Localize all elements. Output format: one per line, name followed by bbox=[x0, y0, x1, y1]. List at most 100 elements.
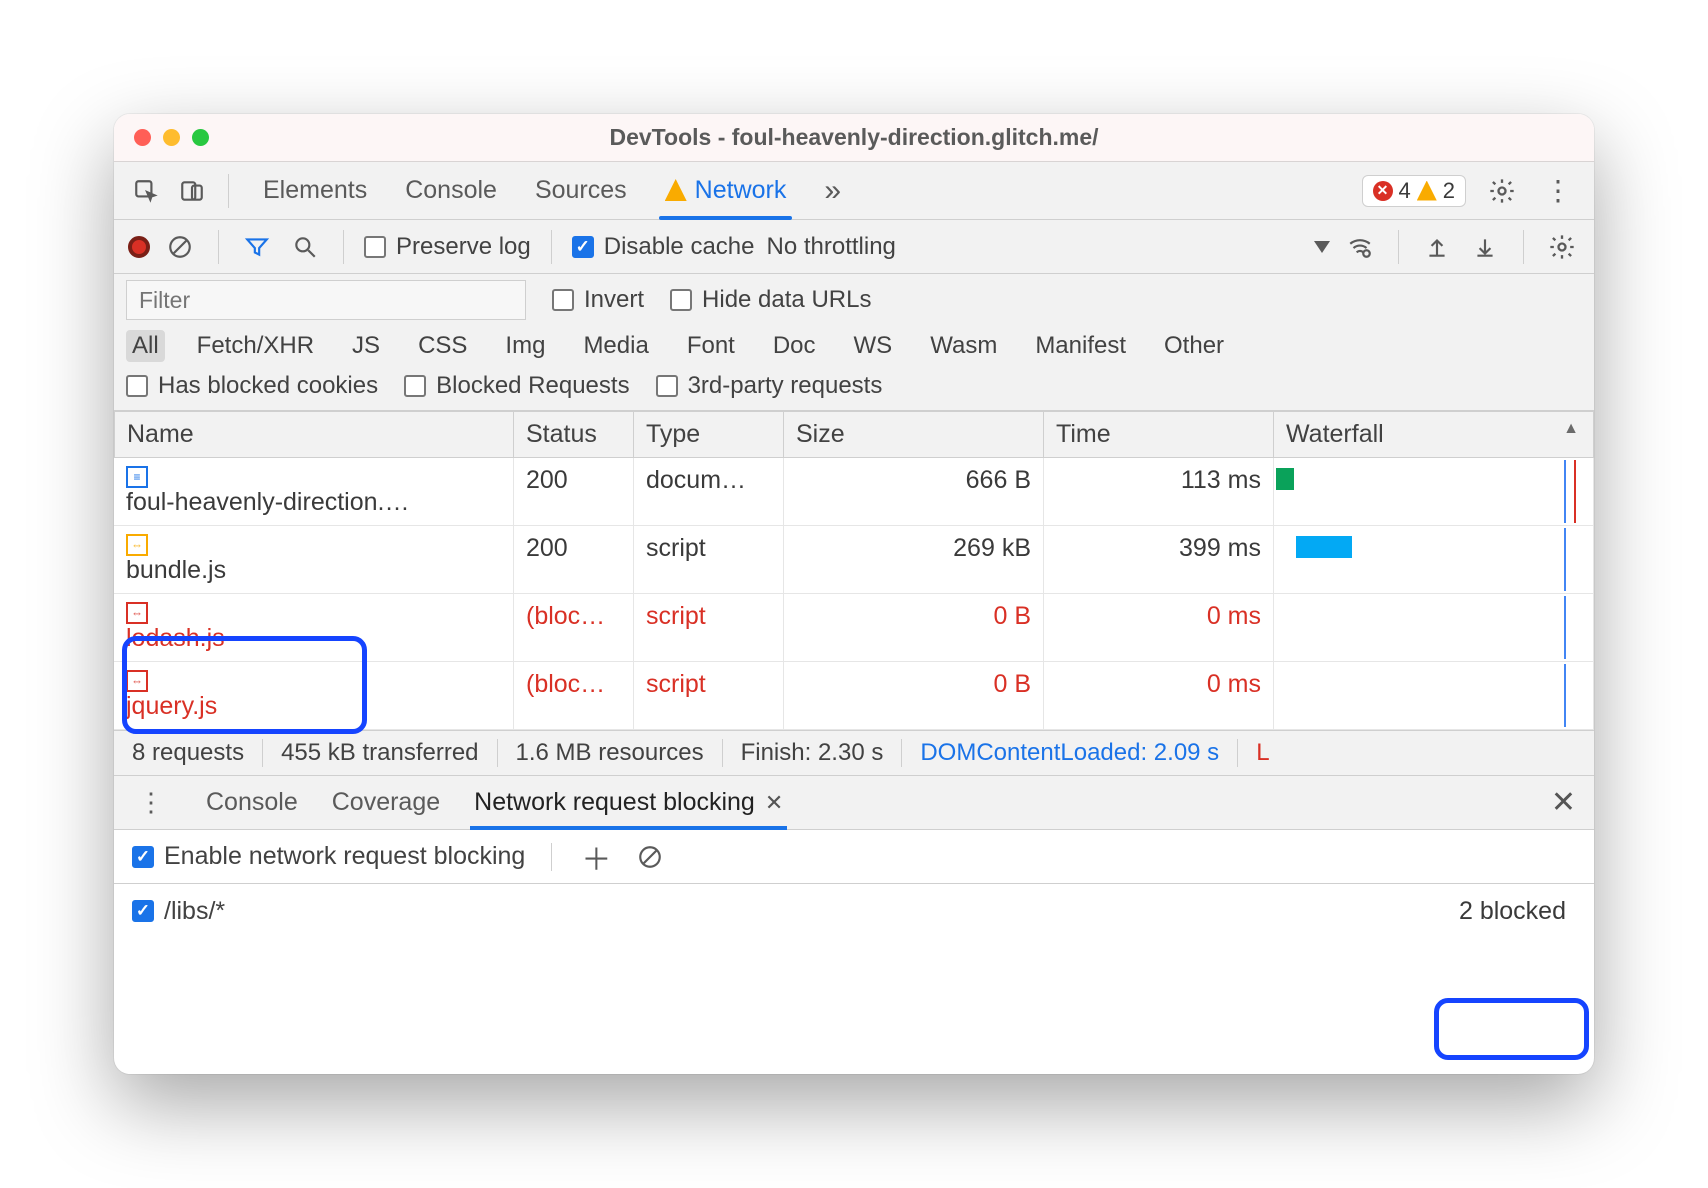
tab-network[interactable]: Network bbox=[665, 162, 787, 219]
menubar-right: ✕ 4 2 ⋮ bbox=[1362, 173, 1581, 209]
hide-data-urls-checkbox[interactable]: Hide data URLs bbox=[670, 286, 871, 314]
remove-all-patterns-icon[interactable] bbox=[632, 839, 668, 875]
record-button[interactable] bbox=[128, 236, 150, 258]
main-menubar: Elements Console Sources Network » ✕ 4 2… bbox=[114, 162, 1594, 220]
request-size: 269 kB bbox=[784, 526, 1044, 594]
enable-blocking-checkbox[interactable]: Enable network request blocking bbox=[132, 842, 525, 871]
inspect-element-icon[interactable] bbox=[128, 173, 164, 209]
invert-checkbox[interactable]: Invert bbox=[552, 286, 644, 314]
window-title: DevTools - foul-heavenly-direction.glitc… bbox=[114, 124, 1594, 151]
blocked-requests-checkbox[interactable]: Blocked Requests bbox=[404, 372, 629, 400]
request-status: (bloc… bbox=[514, 594, 634, 662]
has-blocked-cookies-checkbox[interactable]: Has blocked cookies bbox=[126, 372, 378, 400]
checkbox-box bbox=[572, 236, 594, 258]
dropdown-caret-icon[interactable] bbox=[1314, 241, 1330, 253]
drawer-tab-blocking[interactable]: Network request blocking✕ bbox=[474, 776, 783, 829]
divider bbox=[551, 843, 552, 871]
warning-icon bbox=[1417, 181, 1437, 201]
warning-count: 2 bbox=[1443, 178, 1455, 204]
type-chip-css[interactable]: CSS bbox=[412, 330, 473, 362]
request-size: 0 B bbox=[784, 662, 1044, 730]
tab-console[interactable]: Console bbox=[405, 162, 497, 219]
checkbox-box bbox=[364, 236, 386, 258]
request-name[interactable]: ⇔lodash.js bbox=[114, 594, 514, 662]
import-har-icon[interactable] bbox=[1419, 229, 1455, 265]
settings-icon[interactable] bbox=[1484, 173, 1520, 209]
pattern-checkbox[interactable]: /libs/* bbox=[132, 897, 225, 926]
drawer-close-icon[interactable]: ✕ bbox=[1551, 785, 1576, 820]
search-icon[interactable] bbox=[287, 229, 323, 265]
kebab-menu-icon[interactable]: ⋮ bbox=[1538, 174, 1580, 207]
network-conditions-icon[interactable] bbox=[1342, 229, 1378, 265]
request-type: script bbox=[634, 594, 784, 662]
summary-dcl: DOMContentLoaded: 2.09 s bbox=[902, 739, 1238, 767]
clear-icon[interactable] bbox=[162, 229, 198, 265]
type-chip-js[interactable]: JS bbox=[346, 330, 386, 362]
drawer-menu-icon[interactable]: ⋮ bbox=[132, 787, 172, 818]
tab-elements[interactable]: Elements bbox=[263, 162, 367, 219]
col-time[interactable]: Time bbox=[1044, 411, 1274, 458]
drawer-tab-console[interactable]: Console bbox=[206, 776, 298, 829]
request-status: 200 bbox=[514, 526, 634, 594]
device-toolbar-icon[interactable] bbox=[174, 173, 210, 209]
col-name[interactable]: Name bbox=[114, 411, 514, 458]
divider bbox=[1523, 230, 1524, 264]
request-name[interactable]: ≡foul-heavenly-direction.… bbox=[114, 458, 514, 526]
col-type[interactable]: Type bbox=[634, 411, 784, 458]
request-size: 0 B bbox=[784, 594, 1044, 662]
col-waterfall[interactable]: Waterfall bbox=[1274, 411, 1594, 458]
type-chip-doc[interactable]: Doc bbox=[767, 330, 822, 362]
blocking-toolbar: Enable network request blocking ＋ bbox=[114, 830, 1594, 884]
request-name[interactable]: ⇔jquery.js bbox=[114, 662, 514, 730]
request-status: 200 bbox=[514, 458, 634, 526]
file-type-icon: ≡ bbox=[126, 466, 148, 488]
throttling-select[interactable]: No throttling bbox=[766, 233, 895, 261]
devtools-window: DevTools - foul-heavenly-direction.glitc… bbox=[114, 114, 1594, 1074]
preserve-log-checkbox[interactable]: Preserve log bbox=[364, 233, 531, 261]
request-size: 666 B bbox=[784, 458, 1044, 526]
request-name[interactable]: ⇔bundle.js bbox=[114, 526, 514, 594]
divider bbox=[228, 174, 229, 208]
add-pattern-icon[interactable]: ＋ bbox=[578, 839, 614, 875]
issue-counts[interactable]: ✕ 4 2 bbox=[1362, 175, 1467, 207]
third-party-checkbox[interactable]: 3rd-party requests bbox=[656, 372, 883, 400]
tab-sources[interactable]: Sources bbox=[535, 162, 627, 219]
divider bbox=[1398, 230, 1399, 264]
request-waterfall bbox=[1274, 594, 1594, 662]
blocking-pattern-row[interactable]: /libs/* 2 blocked bbox=[114, 884, 1594, 938]
network-settings-icon[interactable] bbox=[1544, 229, 1580, 265]
filter-input[interactable] bbox=[126, 280, 526, 320]
error-count: 4 bbox=[1399, 178, 1411, 204]
close-tab-icon[interactable]: ✕ bbox=[765, 790, 783, 815]
drawer-tab-coverage[interactable]: Coverage bbox=[332, 776, 440, 829]
titlebar: DevTools - foul-heavenly-direction.glitc… bbox=[114, 114, 1594, 162]
file-type-icon: ⇔ bbox=[126, 670, 148, 692]
pattern-text: /libs/* bbox=[164, 897, 225, 926]
disable-cache-checkbox[interactable]: Disable cache bbox=[572, 233, 755, 261]
type-chip-fetch-xhr[interactable]: Fetch/XHR bbox=[191, 330, 320, 362]
type-chip-wasm[interactable]: Wasm bbox=[924, 330, 1003, 362]
export-har-icon[interactable] bbox=[1467, 229, 1503, 265]
type-chip-media[interactable]: Media bbox=[577, 330, 654, 362]
type-chip-manifest[interactable]: Manifest bbox=[1029, 330, 1132, 362]
type-filter-chips: All Fetch/XHR JS CSS Img Media Font Doc WS Wasm Ma… bbox=[126, 330, 1582, 362]
col-status[interactable]: Status bbox=[514, 411, 634, 458]
panel-tabs: Elements Console Sources Network » bbox=[263, 162, 1352, 219]
summary-resources: 1.6 MB resources bbox=[498, 739, 723, 767]
summary-load: L bbox=[1238, 739, 1287, 767]
divider bbox=[551, 230, 552, 264]
type-chip-all[interactable]: All bbox=[126, 330, 165, 362]
request-table: Name Status Type Size Time Waterfall ≡fo… bbox=[114, 411, 1594, 730]
type-chip-other[interactable]: Other bbox=[1158, 330, 1230, 362]
request-waterfall bbox=[1274, 662, 1594, 730]
more-tabs-button[interactable]: » bbox=[824, 174, 841, 208]
type-chip-img[interactable]: Img bbox=[499, 330, 551, 362]
summary-finish: Finish: 2.30 s bbox=[723, 739, 903, 767]
col-size[interactable]: Size bbox=[784, 411, 1044, 458]
type-chip-ws[interactable]: WS bbox=[848, 330, 899, 362]
filter-icon[interactable] bbox=[239, 229, 275, 265]
request-time: 0 ms bbox=[1044, 662, 1274, 730]
type-chip-font[interactable]: Font bbox=[681, 330, 741, 362]
summary-transferred: 455 kB transferred bbox=[263, 739, 497, 767]
blocked-count: 2 blocked bbox=[1459, 897, 1566, 926]
